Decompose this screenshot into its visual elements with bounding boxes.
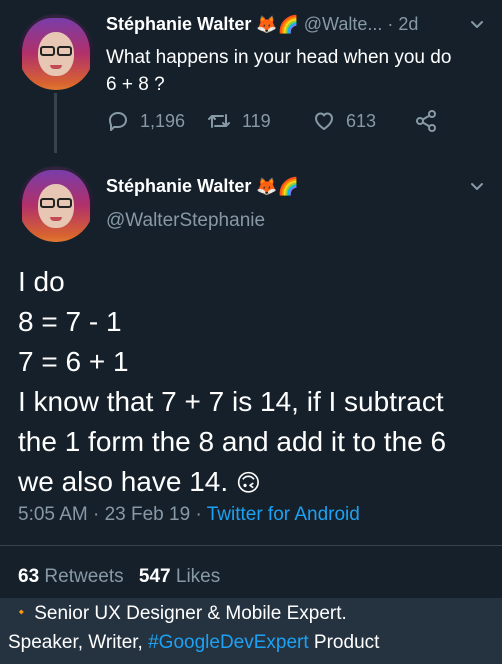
tweet-meta: 5:05 AM · 23 Feb 19 · Twitter for Androi… xyxy=(18,504,360,526)
parent-display-name[interactable]: Stéphanie Walter xyxy=(106,14,251,34)
reply-count: 1,196 xyxy=(140,110,186,131)
divider-top xyxy=(0,545,502,546)
parent-text-line-2: 6 + 8 ? xyxy=(106,74,165,95)
reply-text-line-6-text: we also have 14. xyxy=(18,466,229,497)
upside-down-face-emoji: 🙃 xyxy=(235,470,261,497)
tweet-source-link[interactable]: Twitter for Android xyxy=(207,504,360,525)
parent-time[interactable]: 2d xyxy=(398,14,418,34)
reply-icon xyxy=(109,112,127,131)
reply-tweet-text: I do 8 = 7 - 1 7 = 6 + 1 I know that 7 +… xyxy=(18,262,488,504)
profile-bio-preview[interactable]: 🔸 Senior UX Designer & Mobile Expert. Sp… xyxy=(0,598,502,664)
retweets-stat-label: Retweets xyxy=(44,566,124,587)
retweets-stat-count: 63 xyxy=(18,566,40,587)
retweet-count: 119 xyxy=(242,110,271,131)
parent-separator: · xyxy=(387,14,394,34)
reply-button[interactable]: 1,196 xyxy=(106,109,185,133)
reply-text-line-2: 8 = 7 - 1 xyxy=(18,306,122,337)
share-button[interactable] xyxy=(414,109,438,133)
heart-icon xyxy=(315,112,333,130)
likes-stat-count: 547 xyxy=(138,566,171,587)
bio-line-1: 🔸 Senior UX Designer & Mobile Expert. xyxy=(14,603,347,625)
bio-hashtag-link[interactable]: #GoogleDevExpert xyxy=(148,632,309,653)
retweet-icon xyxy=(208,114,230,128)
parent-handle[interactable]: @Walte... xyxy=(304,14,383,34)
retweets-stat[interactable]: 63 Retweets xyxy=(18,566,129,587)
parent-header: Stéphanie Walter 🦊🌈 @Walte... · 2d xyxy=(106,14,466,40)
like-count: 613 xyxy=(346,110,377,131)
share-icon xyxy=(416,110,436,132)
parent-name-emojis: 🦊🌈 xyxy=(256,15,299,34)
reply-header: Stéphanie Walter 🦊🌈 xyxy=(106,176,466,197)
orange-diamond-emoji: 🔸 xyxy=(14,605,29,619)
reply-text-line-1: I do xyxy=(18,266,65,297)
tweet-timestamp[interactable]: 5:05 AM · 23 Feb 19 · xyxy=(18,504,207,525)
engagement-stats: 63 Retweets 547 Likes xyxy=(18,566,220,588)
reply-chevron-down-icon[interactable] xyxy=(470,180,484,194)
like-button[interactable]: 613 xyxy=(312,109,376,133)
reply-text-line-4: I know that 7 + 7 is 14, if I subtract xyxy=(18,386,444,417)
reply-avatar[interactable] xyxy=(18,166,94,242)
parent-avatar[interactable] xyxy=(18,14,94,90)
parent-tweet-text: What happens in your head when you do 6 … xyxy=(106,44,496,98)
reply-name-emojis: 🦊🌈 xyxy=(256,177,299,196)
bio-line-2: Speaker, Writer, #GoogleDevExpert Produc… xyxy=(8,632,379,654)
bio-line-2-start: Speaker, Writer, xyxy=(8,632,149,653)
reply-text-line-3: 7 = 6 + 1 xyxy=(18,346,129,377)
likes-stat-label: Likes xyxy=(175,566,221,587)
parent-text-line-1: What happens in your head when you do xyxy=(106,47,452,68)
bio-line-2-end: Product xyxy=(308,632,380,653)
reply-handle[interactable]: @WalterStephanie xyxy=(106,210,265,232)
parent-action-bar: 1,196 119 613 xyxy=(106,109,466,135)
thread-connector xyxy=(54,93,57,153)
likes-stat[interactable]: 547 Likes xyxy=(139,566,220,587)
retweet-button[interactable]: 119 xyxy=(206,109,271,133)
reply-text-line-5: the 1 form the 8 and add it to the 6 xyxy=(18,426,447,457)
reply-text-line-6: we also have 14. 🙃 xyxy=(18,462,488,504)
reply-display-name[interactable]: Stéphanie Walter xyxy=(106,176,251,196)
parent-chevron-down-icon[interactable] xyxy=(470,18,484,32)
bio-line-1-text: Senior UX Designer & Mobile Expert. xyxy=(34,603,347,624)
